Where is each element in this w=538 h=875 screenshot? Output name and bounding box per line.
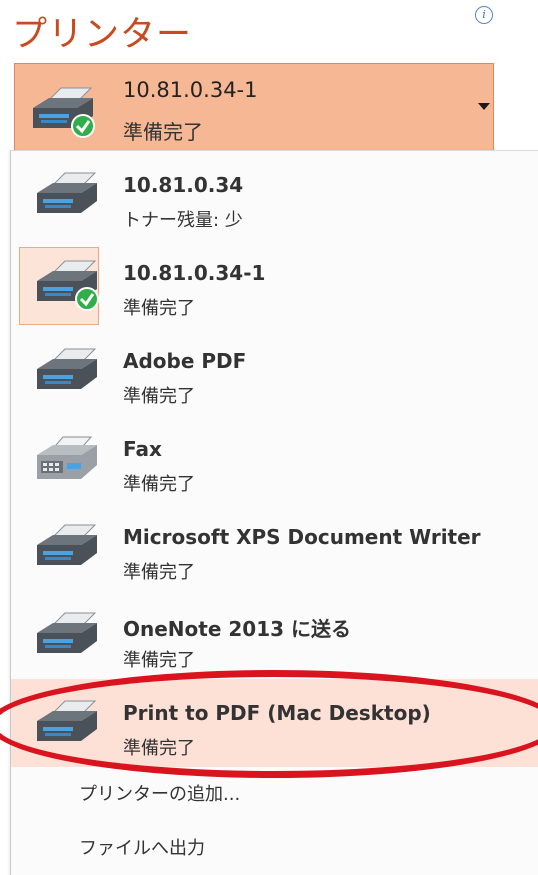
printer-status: 準備完了 bbox=[123, 738, 195, 759]
printer-panel: プリンター i 10.81.0.34-1 準備完了 10.81.0.34 トナー… bbox=[0, 0, 538, 875]
printer-ready-icon bbox=[27, 84, 99, 144]
printer-item-onenote[interactable]: OneNote 2013 に送る 準備完了 bbox=[11, 591, 538, 679]
printer-status: 準備完了 bbox=[123, 298, 195, 319]
printer-item-10-81-0-34[interactable]: 10.81.0.34 トナー残量: 少 bbox=[11, 151, 538, 239]
selected-printer-name: 10.81.0.34-1 bbox=[123, 78, 258, 102]
fax-icon bbox=[31, 433, 103, 493]
printer-name: OneNote 2013 に送る bbox=[123, 617, 351, 641]
printer-item-print-to-pdf[interactable]: Print to PDF (Mac Desktop) 準備完了 bbox=[11, 679, 538, 767]
printer-icon bbox=[31, 521, 103, 581]
printer-item-adobe-pdf[interactable]: Adobe PDF 準備完了 bbox=[11, 327, 538, 415]
printer-status: 準備完了 bbox=[123, 474, 195, 495]
printer-dropdown[interactable]: 10.81.0.34-1 準備完了 bbox=[14, 63, 494, 151]
printer-status: トナー残量: 少 bbox=[123, 210, 243, 231]
printer-status: 準備完了 bbox=[123, 386, 195, 407]
printer-name: Adobe PDF bbox=[123, 349, 247, 373]
printer-item-microsoft-xps[interactable]: Microsoft XPS Document Writer 準備完了 bbox=[11, 503, 538, 591]
info-icon[interactable]: i bbox=[475, 6, 493, 24]
printer-status: 準備完了 bbox=[123, 562, 195, 583]
printer-icon bbox=[31, 609, 103, 669]
printer-name: Print to PDF (Mac Desktop) bbox=[123, 701, 431, 725]
chevron-down-icon[interactable] bbox=[478, 103, 490, 110]
printer-icon bbox=[31, 697, 103, 757]
printer-name: Microsoft XPS Document Writer bbox=[123, 525, 481, 549]
printer-ready-icon bbox=[31, 257, 103, 317]
printer-name: Fax bbox=[123, 437, 162, 461]
selected-printer-status: 準備完了 bbox=[123, 120, 203, 144]
printer-item-fax[interactable]: Fax 準備完了 bbox=[11, 415, 538, 503]
printer-icon bbox=[31, 345, 103, 405]
page-title: プリンター bbox=[12, 15, 193, 55]
printer-list-menu: 10.81.0.34 トナー残量: 少 10.81.0.34-1 準備完了 Ad… bbox=[10, 150, 538, 875]
printer-icon bbox=[31, 169, 103, 229]
printer-status: 準備完了 bbox=[123, 650, 195, 671]
add-printer-command[interactable]: プリンターの追加... bbox=[79, 780, 240, 806]
print-to-file-command[interactable]: ファイルへ出力 bbox=[79, 834, 205, 860]
printer-name: 10.81.0.34 bbox=[123, 173, 244, 197]
printer-name: 10.81.0.34-1 bbox=[123, 261, 266, 285]
printer-item-10-81-0-34-1[interactable]: 10.81.0.34-1 準備完了 bbox=[11, 239, 538, 327]
